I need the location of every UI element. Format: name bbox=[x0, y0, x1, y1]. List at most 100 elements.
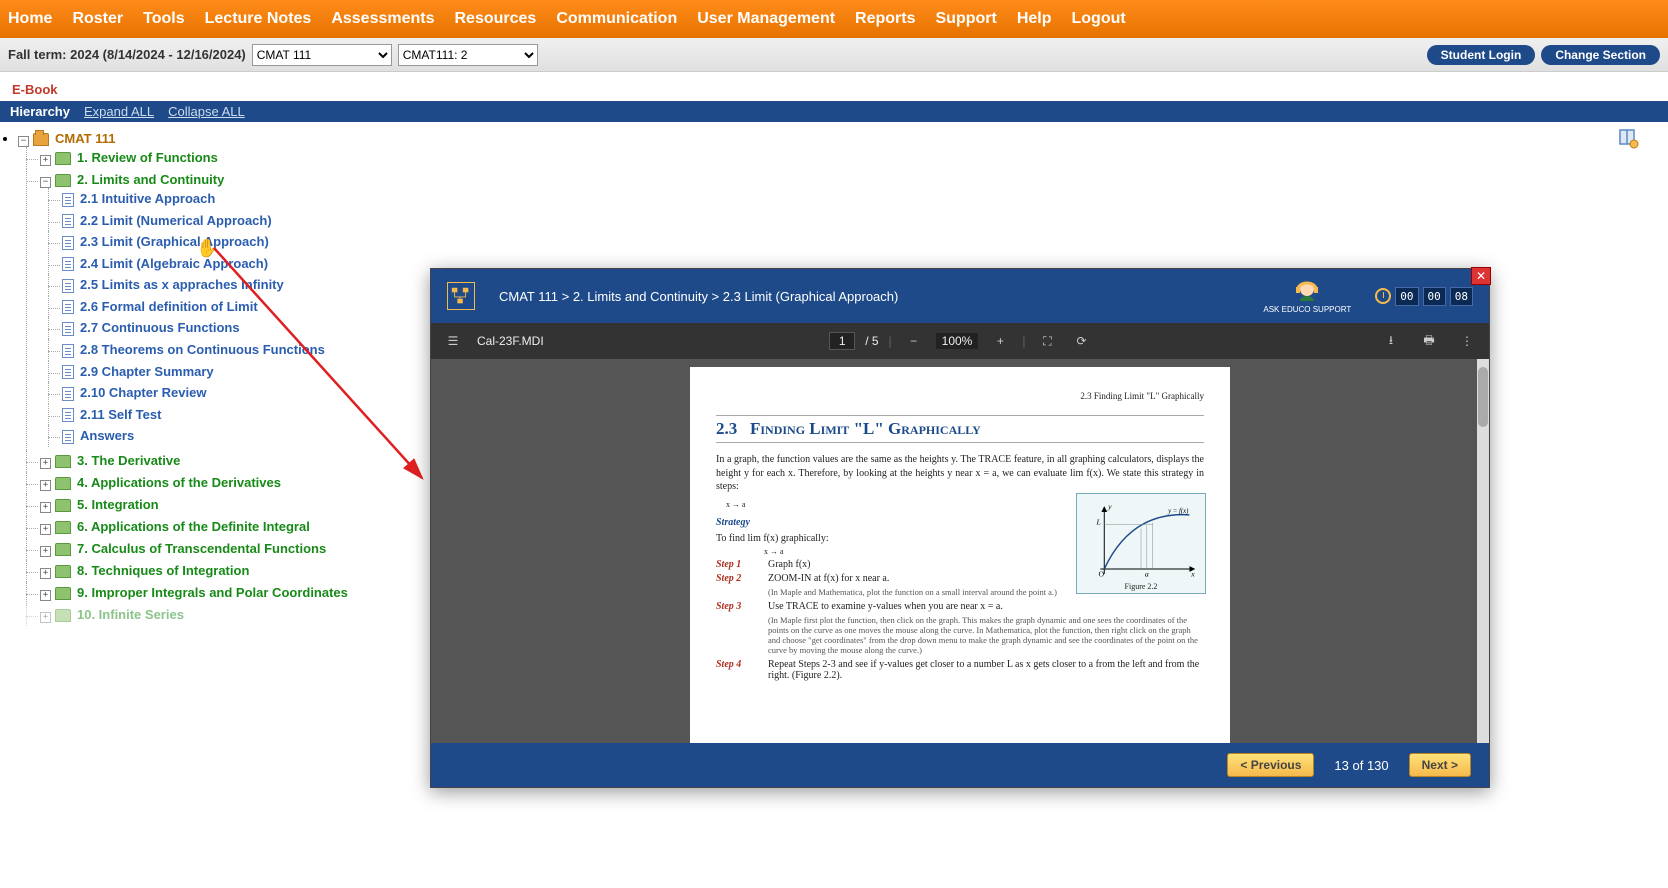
step-label: Step 3 bbox=[716, 601, 756, 612]
tree-s211[interactable]: 2.11 Self Test bbox=[80, 407, 161, 422]
svg-text:a: a bbox=[1145, 570, 1149, 579]
svg-text:x: x bbox=[1190, 570, 1195, 579]
sub-bar: Fall term: 2024 (8/14/2024 - 12/16/2024)… bbox=[0, 38, 1668, 72]
tree-s26[interactable]: 2.6 Formal definition of Limit bbox=[80, 299, 258, 314]
folder-icon bbox=[55, 587, 71, 600]
running-head: 2.3 Finding Limit "L" Graphically bbox=[716, 391, 1204, 401]
expand-all-link[interactable]: Expand ALL bbox=[84, 104, 154, 119]
toggle-ch1[interactable]: + bbox=[40, 155, 51, 166]
nav-assessments[interactable]: Assessments bbox=[331, 10, 434, 28]
zoom-level[interactable]: 100% bbox=[936, 333, 979, 349]
tree-s29[interactable]: 2.9 Chapter Summary bbox=[80, 364, 214, 379]
rotate-icon[interactable]: ⟳ bbox=[1069, 329, 1093, 353]
collapse-all-link[interactable]: Collapse ALL bbox=[168, 104, 245, 119]
toggle-root[interactable]: − bbox=[18, 136, 29, 147]
step-label: Step 1 bbox=[716, 559, 756, 570]
toggle-ch6[interactable]: + bbox=[40, 524, 51, 535]
nav-communication[interactable]: Communication bbox=[556, 10, 677, 28]
figure-caption: Figure 2.2 bbox=[1083, 582, 1199, 591]
tree-s22[interactable]: 2.2 Limit (Numerical Approach) bbox=[80, 213, 272, 228]
doc-icon bbox=[62, 408, 74, 422]
tree-ch3[interactable]: 3. The Derivative bbox=[77, 453, 180, 468]
more-icon[interactable]: ⋮ bbox=[1455, 329, 1479, 353]
zoom-in-button[interactable]: + bbox=[988, 329, 1012, 353]
previous-button[interactable]: < Previous bbox=[1227, 753, 1314, 777]
svg-text:L: L bbox=[1096, 518, 1101, 527]
step-label: Step 4 bbox=[716, 659, 756, 681]
close-button[interactable]: ✕ bbox=[1471, 267, 1491, 285]
tree-ch10[interactable]: 10. Infinite Series bbox=[77, 607, 184, 622]
nav-logout[interactable]: Logout bbox=[1072, 10, 1126, 28]
pdf-menu-icon[interactable]: ☰ bbox=[441, 329, 465, 353]
doc-icon bbox=[62, 257, 74, 271]
intro-paragraph: In a graph, the function values are the … bbox=[716, 453, 1204, 494]
nav-lecture-notes[interactable]: Lecture Notes bbox=[205, 10, 312, 28]
tree-answers[interactable]: Answers bbox=[80, 428, 134, 443]
tree-s28[interactable]: 2.8 Theorems on Continuous Functions bbox=[80, 342, 325, 357]
pdf-page-total: / 5 bbox=[865, 334, 878, 348]
download-icon[interactable]: ⭳ bbox=[1379, 329, 1403, 353]
pdf-body[interactable]: 2.3 Finding Limit "L" Graphically 2.3 Fi… bbox=[431, 359, 1489, 743]
tree-s21[interactable]: 2.1 Intuitive Approach bbox=[80, 191, 215, 206]
tree-ch9[interactable]: 9. Improper Integrals and Polar Coordina… bbox=[77, 585, 348, 600]
nav-tools[interactable]: Tools bbox=[143, 10, 184, 28]
nav-support[interactable]: Support bbox=[936, 10, 997, 28]
nav-roster[interactable]: Roster bbox=[72, 10, 123, 28]
student-login-button[interactable]: Student Login bbox=[1427, 45, 1536, 65]
tree-root[interactable]: CMAT 111 bbox=[55, 131, 115, 146]
toggle-ch4[interactable]: + bbox=[40, 480, 51, 491]
tree-ch6[interactable]: 6. Applications of the Definite Integral bbox=[77, 519, 310, 534]
section-select[interactable]: CMAT111: 2 bbox=[398, 44, 538, 66]
figure-box: L y x a O y = f(x) Figure 2.2 bbox=[1076, 493, 1206, 594]
doc-icon bbox=[62, 322, 74, 336]
tree-s210[interactable]: 2.10 Chapter Review bbox=[80, 385, 206, 400]
timer-hh: 00 bbox=[1395, 287, 1418, 306]
nav-user-management[interactable]: User Management bbox=[697, 10, 835, 28]
section-title: 2.3 Finding Limit "L" Graphically bbox=[716, 415, 1204, 443]
timer: 00 00 08 bbox=[1375, 287, 1473, 306]
tree-ch4[interactable]: 4. Applications of the Derivatives bbox=[77, 475, 281, 490]
folder-icon bbox=[55, 565, 71, 578]
toggle-ch8[interactable]: + bbox=[40, 568, 51, 579]
toggle-ch2[interactable]: − bbox=[40, 177, 51, 188]
tree-s23[interactable]: 2.3 Limit (Graphical Approach) bbox=[80, 234, 269, 249]
nav-resources[interactable]: Resources bbox=[455, 10, 537, 28]
toggle-ch7[interactable]: + bbox=[40, 546, 51, 557]
folder-icon bbox=[55, 521, 71, 534]
hierarchy-icon[interactable] bbox=[447, 282, 475, 310]
step-note: (In Maple first plot the function, then … bbox=[768, 615, 1204, 655]
tree-s25[interactable]: 2.5 Limits as x appraches Infinity bbox=[80, 277, 284, 292]
toggle-ch10[interactable]: + bbox=[40, 612, 51, 623]
next-button[interactable]: Next > bbox=[1409, 753, 1471, 777]
folder-icon bbox=[55, 609, 71, 622]
print-icon[interactable]: 🖶 bbox=[1417, 329, 1441, 353]
step-text: Use TRACE to examine y-values when you a… bbox=[768, 601, 1204, 612]
tree-s24[interactable]: 2.4 Limit (Algebraic Approach) bbox=[80, 256, 268, 271]
nav-help[interactable]: Help bbox=[1017, 10, 1052, 28]
course-select[interactable]: CMAT 111 bbox=[252, 44, 392, 66]
doc-icon bbox=[62, 214, 74, 228]
tree-ch7[interactable]: 7. Calculus of Transcendental Functions bbox=[77, 541, 326, 556]
fit-page-icon[interactable]: ⛶ bbox=[1035, 329, 1059, 353]
nav-home[interactable]: Home bbox=[8, 10, 52, 28]
step-text: Repeat Steps 2-3 and see if y-values get… bbox=[768, 659, 1204, 681]
toggle-ch9[interactable]: + bbox=[40, 590, 51, 601]
folder-icon bbox=[55, 477, 71, 490]
tree-s27[interactable]: 2.7 Continuous Functions bbox=[80, 320, 240, 335]
ask-support-button[interactable]: ASK EDUCO SUPPORT bbox=[1263, 279, 1351, 314]
pdf-scrollbar[interactable] bbox=[1477, 359, 1489, 743]
toggle-ch3[interactable]: + bbox=[40, 458, 51, 469]
change-section-button[interactable]: Change Section bbox=[1541, 45, 1660, 65]
pdf-page-input[interactable]: 1 bbox=[829, 332, 855, 350]
tree-ch8[interactable]: 8. Techniques of Integration bbox=[77, 563, 249, 578]
breadcrumb: CMAT 111 > 2. Limits and Continuity > 2.… bbox=[499, 289, 1239, 304]
viewer-header: CMAT 111 > 2. Limits and Continuity > 2.… bbox=[431, 269, 1489, 323]
doc-icon bbox=[62, 236, 74, 250]
tree-ch5[interactable]: 5. Integration bbox=[77, 497, 159, 512]
zoom-out-button[interactable]: − bbox=[902, 329, 926, 353]
toggle-ch5[interactable]: + bbox=[40, 502, 51, 513]
tree-ch1[interactable]: 1. Review of Functions bbox=[77, 150, 218, 165]
folder-icon bbox=[55, 543, 71, 556]
nav-reports[interactable]: Reports bbox=[855, 10, 915, 28]
tree-ch2[interactable]: 2. Limits and Continuity bbox=[77, 172, 224, 187]
